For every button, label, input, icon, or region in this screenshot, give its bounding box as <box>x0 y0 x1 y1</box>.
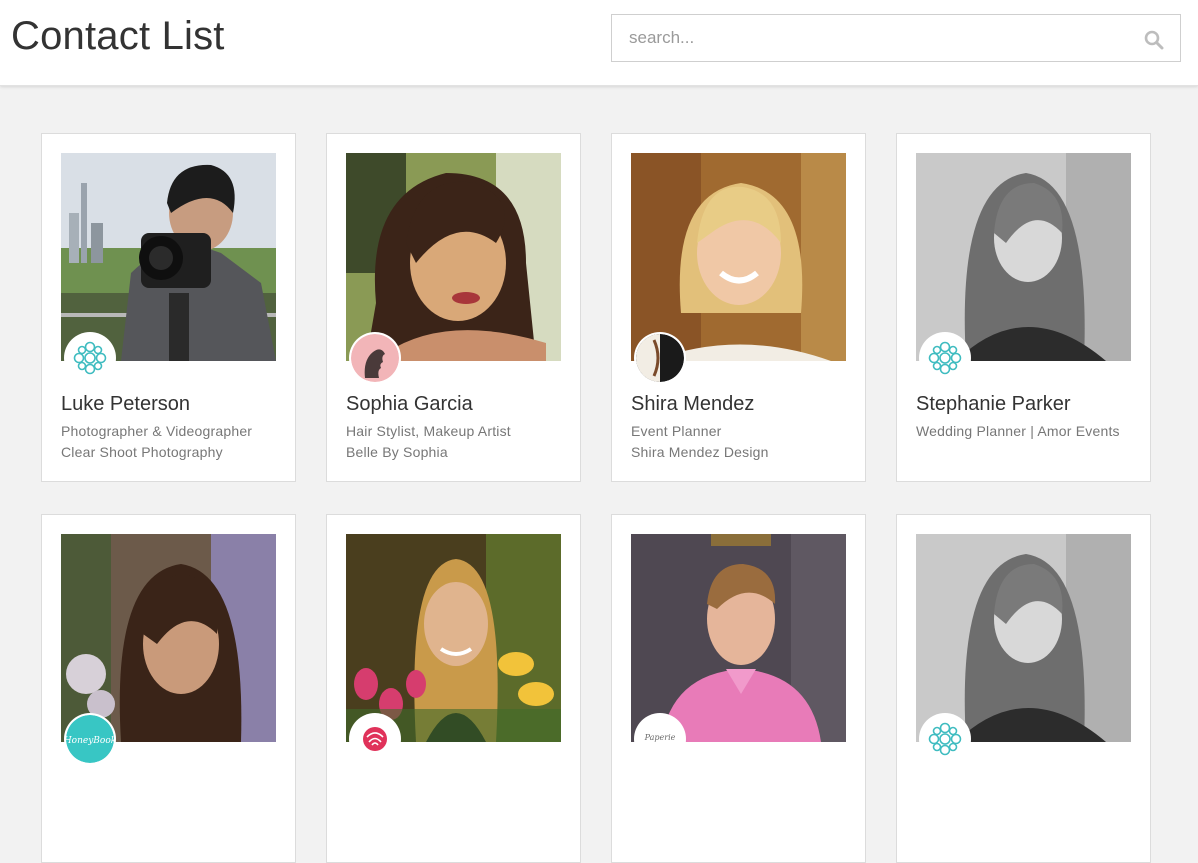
contact-photo[interactable] <box>61 534 276 742</box>
honeybook-logo: HoneyBook <box>66 715 114 763</box>
contact-role: Photographer & Videographer <box>61 423 253 439</box>
contact-photo[interactable] <box>631 534 846 742</box>
contact-card[interactable]: Shira Mendez Event Planner Shira Mendez … <box>611 133 866 482</box>
paperie-logo: Paperie <box>636 715 684 763</box>
contact-photo[interactable] <box>631 153 846 361</box>
contact-role: Wedding Planner | Amor Events <box>916 423 1120 439</box>
svg-text:HoneyBook: HoneyBook <box>66 736 114 746</box>
contact-photo[interactable] <box>61 153 276 361</box>
contact-name[interactable]: Stephanie Parker <box>916 393 1071 416</box>
contact-photo[interactable] <box>346 153 561 361</box>
contact-role: Event Planner <box>631 423 722 439</box>
silhouette-logo <box>351 334 399 382</box>
search-box[interactable] <box>611 14 1181 62</box>
contact-photo[interactable] <box>916 534 1131 742</box>
split-logo <box>636 334 684 382</box>
contact-photo[interactable] <box>346 534 561 742</box>
contact-name[interactable]: Shira Mendez <box>631 393 754 416</box>
mandala-logo <box>66 334 114 382</box>
contact-card[interactable]: Paperie <box>611 514 866 863</box>
contact-photo[interactable] <box>916 153 1131 361</box>
page-title: Contact List <box>11 14 225 58</box>
contact-name[interactable]: Luke Peterson <box>61 393 190 416</box>
contact-card[interactable]: Sophia Garcia Hair Stylist, Makeup Artis… <box>326 133 581 482</box>
svg-text:Paperie: Paperie <box>644 733 676 742</box>
contact-card[interactable]: Luke Peterson Photographer & Videographe… <box>41 133 296 482</box>
search-icon[interactable] <box>1144 30 1164 50</box>
contact-card[interactable] <box>896 514 1151 863</box>
header-bar: Contact List <box>0 0 1198 86</box>
contact-role: Hair Stylist, Makeup Artist <box>346 423 511 439</box>
contact-name[interactable]: Sophia Garcia <box>346 393 473 416</box>
contact-card[interactable]: HoneyBook <box>41 514 296 863</box>
mandala-logo <box>921 334 969 382</box>
contact-card[interactable] <box>326 514 581 863</box>
mandala-logo <box>921 715 969 763</box>
contact-company: Clear Shoot Photography <box>61 444 223 460</box>
contact-company: Shira Mendez Design <box>631 444 769 460</box>
contact-card[interactable]: Stephanie Parker Wedding Planner | Amor … <box>896 133 1151 482</box>
search-input[interactable] <box>612 15 1112 61</box>
rose-logo <box>351 715 399 763</box>
contact-company: Belle By Sophia <box>346 444 448 460</box>
